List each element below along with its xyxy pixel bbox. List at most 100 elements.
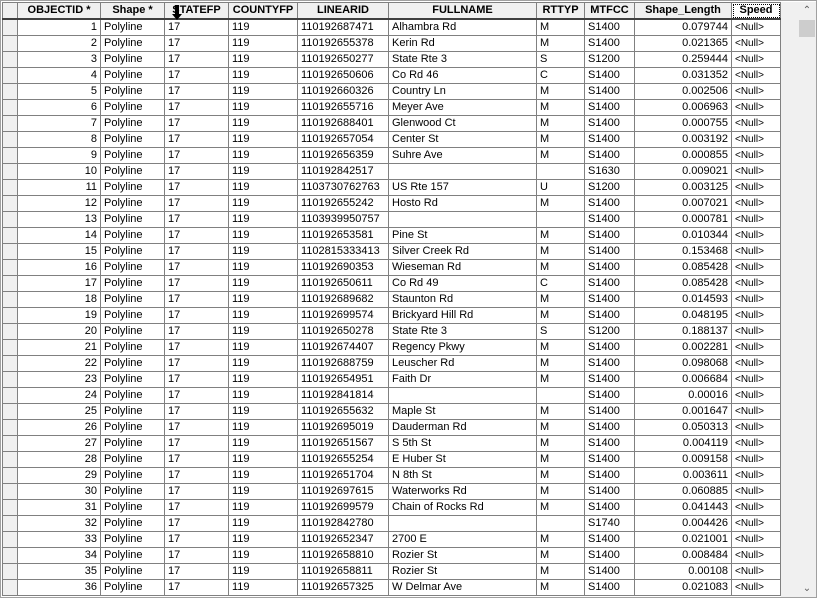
cell-countyfp[interactable]: 119 — [228, 195, 298, 212]
cell-rttyp[interactable]: C — [536, 275, 585, 292]
cell-linearid[interactable]: 1103939950757 — [297, 211, 389, 228]
row-selector[interactable] — [2, 211, 18, 228]
cell-countyfp[interactable]: 119 — [228, 579, 298, 596]
cell-rttyp[interactable] — [536, 163, 585, 180]
cell-speed[interactable]: <Null> — [731, 563, 781, 580]
cell-countyfp[interactable]: 119 — [228, 131, 298, 148]
cell-shape-length[interactable]: 0.079744 — [634, 18, 732, 36]
cell-objectid[interactable]: 16 — [17, 259, 101, 276]
row-selector[interactable] — [2, 18, 18, 36]
cell-speed[interactable]: <Null> — [731, 355, 781, 372]
table-row[interactable]: 18 Polyline 17 119 110192689682 Staunton Rd M S… — [2, 291, 781, 308]
cell-statefp[interactable]: 17 — [164, 83, 229, 100]
cell-shape[interactable]: Polyline — [100, 115, 165, 132]
cell-shape-length[interactable]: 0.002506 — [634, 83, 732, 100]
table-row[interactable]: 2 Polyline 17 119 110192655378 Kerin Rd M S1400… — [2, 35, 781, 52]
cell-linearid[interactable]: 110192652347 — [297, 531, 389, 548]
cell-shape-length[interactable]: 0.00016 — [634, 387, 732, 404]
cell-rttyp[interactable]: M — [536, 371, 585, 388]
cell-rttyp[interactable]: M — [536, 419, 585, 436]
table-row[interactable]: 9 Polyline 17 119 110192656359 Suhre Ave M S140… — [2, 147, 781, 164]
cell-mtfcc[interactable]: S1400 — [584, 35, 635, 52]
cell-speed[interactable]: <Null> — [731, 163, 781, 180]
cell-objectid[interactable]: 17 — [17, 275, 101, 292]
cell-rttyp[interactable]: M — [536, 339, 585, 356]
cell-rttyp[interactable]: M — [536, 435, 585, 452]
cell-linearid[interactable]: 110192690353 — [297, 259, 389, 276]
cell-shape-length[interactable]: 0.002281 — [634, 339, 732, 356]
row-selector[interactable] — [2, 579, 18, 596]
cell-statefp[interactable]: 17 — [164, 579, 229, 596]
cell-statefp[interactable]: 17 — [164, 467, 229, 484]
cell-linearid[interactable]: 110192660326 — [297, 83, 389, 100]
table-row[interactable]: 28 Polyline 17 119 110192655254 E Huber St M S1… — [2, 451, 781, 468]
row-selector[interactable] — [2, 355, 18, 372]
cell-linearid[interactable]: 110192651704 — [297, 467, 389, 484]
cell-statefp[interactable]: 17 — [164, 451, 229, 468]
table-row[interactable]: 1 Polyline 17 119 110192687471 Alhambra Rd M S1… — [2, 18, 781, 36]
cell-shape[interactable]: Polyline — [100, 579, 165, 596]
cell-objectid[interactable]: 5 — [17, 83, 101, 100]
cell-shape[interactable]: Polyline — [100, 371, 165, 388]
cell-linearid[interactable]: 110192695019 — [297, 419, 389, 436]
cell-shape-length[interactable]: 0.098068 — [634, 355, 732, 372]
cell-mtfcc[interactable]: S1400 — [584, 579, 635, 596]
table-row[interactable]: 34 Polyline 17 119 110192658810 Rozier St M S14… — [2, 547, 781, 564]
cell-statefp[interactable]: 17 — [164, 531, 229, 548]
cell-countyfp[interactable]: 119 — [228, 67, 298, 84]
cell-objectid[interactable]: 27 — [17, 435, 101, 452]
cell-shape-length[interactable]: 0.031352 — [634, 67, 732, 84]
cell-fullname[interactable]: Suhre Ave — [388, 147, 537, 164]
cell-rttyp[interactable]: M — [536, 243, 585, 260]
cell-mtfcc[interactable]: S1400 — [584, 547, 635, 564]
cell-objectid[interactable]: 3 — [17, 51, 101, 68]
cell-rttyp[interactable]: M — [536, 83, 585, 100]
table-row[interactable]: 4 Polyline 17 119 110192650606 Co Rd 46 C S1400… — [2, 67, 781, 84]
cell-shape[interactable]: Polyline — [100, 483, 165, 500]
cell-statefp[interactable]: 17 — [164, 403, 229, 420]
cell-fullname[interactable] — [388, 515, 537, 532]
cell-objectid[interactable]: 31 — [17, 499, 101, 516]
cell-statefp[interactable]: 17 — [164, 499, 229, 516]
cell-shape-length[interactable]: 0.00108 — [634, 563, 732, 580]
cell-speed[interactable]: <Null> — [731, 323, 781, 340]
table-row[interactable]: 7 Polyline 17 119 110192688401 Glenwood Ct M S1… — [2, 115, 781, 132]
cell-shape[interactable]: Polyline — [100, 563, 165, 580]
cell-countyfp[interactable]: 119 — [228, 211, 298, 228]
cell-linearid[interactable]: 110192842780 — [297, 515, 389, 532]
cell-linearid[interactable]: 110192687471 — [297, 18, 389, 36]
cell-fullname[interactable]: W Delmar Ave — [388, 579, 537, 596]
cell-linearid[interactable]: 110192654951 — [297, 371, 389, 388]
row-selector[interactable] — [2, 35, 18, 52]
cell-countyfp[interactable]: 119 — [228, 419, 298, 436]
cell-statefp[interactable]: 17 — [164, 131, 229, 148]
cell-statefp[interactable]: 17 — [164, 563, 229, 580]
row-selector[interactable] — [2, 115, 18, 132]
column-header-shape[interactable]: Shape * — [100, 2, 165, 20]
table-row[interactable]: 31 Polyline 17 119 110192699579 Chain of Rock… — [2, 499, 781, 516]
cell-shape[interactable]: Polyline — [100, 323, 165, 340]
cell-statefp[interactable]: 17 — [164, 243, 229, 260]
cell-fullname[interactable]: Faith Dr — [388, 371, 537, 388]
cell-statefp[interactable]: 17 — [164, 227, 229, 244]
cell-linearid[interactable]: 1102815333413 — [297, 243, 389, 260]
cell-mtfcc[interactable]: S1400 — [584, 131, 635, 148]
table-row[interactable]: 5 Polyline 17 119 110192660326 Country Ln M S14… — [2, 83, 781, 100]
cell-statefp[interactable]: 17 — [164, 371, 229, 388]
cell-rttyp[interactable]: M — [536, 563, 585, 580]
cell-countyfp[interactable]: 119 — [228, 51, 298, 68]
cell-objectid[interactable]: 10 — [17, 163, 101, 180]
cell-speed[interactable]: <Null> — [731, 243, 781, 260]
cell-speed[interactable]: <Null> — [731, 259, 781, 276]
cell-speed[interactable]: <Null> — [731, 403, 781, 420]
table-row[interactable]: 11 Polyline 17 119 1103730762763 US Rte 157 U S… — [2, 179, 781, 196]
cell-shape-length[interactable]: 0.021083 — [634, 579, 732, 596]
cell-fullname[interactable] — [388, 211, 537, 228]
cell-rttyp[interactable]: U — [536, 179, 585, 196]
chevron-down-icon[interactable]: ⌄ — [798, 580, 816, 597]
cell-fullname[interactable]: E Huber St — [388, 451, 537, 468]
cell-shape[interactable]: Polyline — [100, 307, 165, 324]
cell-rttyp[interactable]: M — [536, 403, 585, 420]
cell-shape[interactable]: Polyline — [100, 18, 165, 36]
row-selector[interactable] — [2, 147, 18, 164]
